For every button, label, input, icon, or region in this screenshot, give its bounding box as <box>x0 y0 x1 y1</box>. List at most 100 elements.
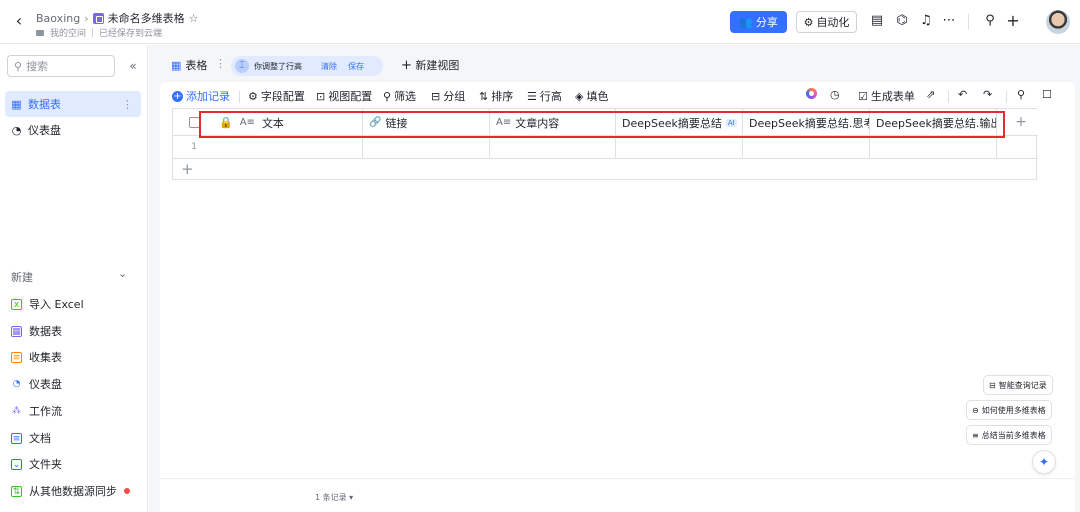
user-avatar[interactable] <box>1046 10 1070 34</box>
add-row-icon[interactable]: + <box>181 160 194 178</box>
column-header-deepseek-thinking[interactable]: DeepSeek摘要总结.思考... <box>743 109 870 136</box>
dashboard-icon: ◔ <box>12 378 21 389</box>
template-icon[interactable]: ▤ <box>869 13 885 29</box>
summarize-label: 总结当前多维表格 <box>981 430 1046 440</box>
ai-sparkle-icon[interactable]: ✦ <box>1032 450 1056 474</box>
summary-icon: ≡ <box>972 430 979 440</box>
undo-icon[interactable]: ↶ <box>958 88 967 101</box>
tab-label: 表格 <box>185 59 208 72</box>
new-item-label: 收集表 <box>29 351 62 364</box>
folder-icon: ⌄ <box>11 458 22 470</box>
automation-button[interactable]: ⚙ 自动化 <box>796 11 857 33</box>
plus-icon[interactable]: + <box>1005 13 1021 29</box>
add-field-icon[interactable]: + <box>1004 109 1038 136</box>
how-to-use-button[interactable]: ⊖ 如何使用多维表格 <box>966 400 1052 420</box>
folder-icon <box>36 29 44 36</box>
new-workflow[interactable]: ⁂ 工作流 <box>11 403 62 419</box>
more-vertical-icon[interactable]: ⋮ <box>215 57 226 70</box>
search-records-icon[interactable]: ⚲ <box>1017 88 1025 101</box>
table-row[interactable]: 1 <box>173 136 1038 159</box>
share-label: 分享 <box>755 16 778 29</box>
filter-label: 筛选 <box>394 90 417 103</box>
group-button[interactable]: ⊟ 分组 <box>431 88 465 104</box>
generate-form-button[interactable]: ☑ 生成表单 <box>858 88 915 104</box>
notice-save-link[interactable]: 保存 <box>348 61 364 72</box>
new-dashboard[interactable]: ◔ 仪表盘 <box>11 376 62 392</box>
new-data-table[interactable]: ▦ 数据表 <box>11 323 62 339</box>
smart-query-button[interactable]: ⊟ 智能查询记录 <box>983 375 1053 395</box>
select-all-checkbox[interactable] <box>189 117 200 128</box>
history-icon[interactable]: ◷ <box>830 88 840 101</box>
sidebar-item-dashboard[interactable]: ◔ 仪表盘 <box>5 117 141 143</box>
sidebar-search-input[interactable]: ⚲ 搜索 <box>7 55 115 77</box>
fill-color-button[interactable]: ◈ 填色 <box>575 88 608 104</box>
plugin-icon[interactable]: ⌬ <box>894 13 910 29</box>
record-count[interactable]: 1 条记录 ▾ <box>315 492 353 503</box>
summarize-button[interactable]: ≡ 总结当前多维表格 <box>966 425 1052 445</box>
save-status: 已经保存到云端 <box>99 29 163 39</box>
search-icon: ⚲ <box>14 59 23 73</box>
bell-icon[interactable]: ♫ <box>918 13 934 29</box>
cell-deepseek-summary[interactable] <box>616 136 743 159</box>
field-config-button[interactable]: ⚙ 字段配置 <box>248 88 305 104</box>
divider <box>92 28 94 37</box>
chevron-down-icon[interactable]: ⌄ <box>118 267 127 280</box>
more-vertical-icon[interactable]: ⋮ <box>122 98 133 111</box>
cell-article[interactable] <box>490 136 616 159</box>
cell-deepseek-thinking[interactable] <box>743 136 870 159</box>
dashboard-icon: ◔ <box>11 123 22 137</box>
column-header-article[interactable]: A≡ 文章内容 <box>490 109 616 136</box>
automation-label: 自动化 <box>816 16 850 29</box>
sort-label: 排序 <box>491 90 514 103</box>
sort-button[interactable]: ⇅ 排序 <box>479 88 513 104</box>
new-item-label: 文档 <box>29 432 51 445</box>
robot-icon: ⚙ <box>803 15 814 29</box>
doc-location[interactable]: 我的空间 <box>50 26 86 39</box>
view-config-button[interactable]: ⊡ 视图配置 <box>316 88 372 104</box>
new-folder[interactable]: ⌄ 文件夹 <box>11 456 62 472</box>
paint-bucket-icon: ◈ <box>575 89 584 103</box>
column-header-deepseek-summary[interactable]: DeepSeek摘要总结 AI <box>616 109 743 136</box>
cell-link[interactable] <box>363 136 490 159</box>
column-label: DeepSeek摘要总结 <box>622 116 722 130</box>
share-view-icon[interactable]: ⇗ <box>926 88 935 101</box>
new-item-label: 仪表盘 <box>29 378 62 391</box>
row-height-button[interactable]: ☰ 行高 <box>527 88 562 104</box>
cell-deepseek-output[interactable] <box>870 136 997 159</box>
more-icon[interactable]: ⋯ <box>941 13 957 29</box>
doc-title[interactable]: 未命名多维表格 <box>108 10 185 26</box>
ai-assistant-button[interactable] <box>806 88 817 99</box>
breadcrumb: Baoxing › 未命名多维表格 ☆ <box>36 10 198 26</box>
plus-circle-icon: + <box>172 90 183 102</box>
redo-icon[interactable]: ↷ <box>983 88 992 101</box>
new-document[interactable]: ≡ 文档 <box>11 430 51 446</box>
new-item-label: 工作流 <box>29 405 62 418</box>
sidebar-item-data-table[interactable]: ▦ 数据表 ⋮ <box>5 91 141 117</box>
new-view-button[interactable]: + 新建视图 <box>401 57 459 73</box>
search-icon[interactable]: ⚲ <box>982 13 998 29</box>
workspace-name[interactable]: Baoxing <box>36 12 80 25</box>
new-form[interactable]: ≡ 收集表 <box>11 349 62 365</box>
cell-text[interactable] <box>173 136 363 159</box>
comment-icon[interactable]: ☐ <box>1042 88 1052 101</box>
new-import-excel[interactable]: x 导入 Excel <box>11 296 84 312</box>
column-header-link[interactable]: 🔗 链接 <box>363 109 490 136</box>
add-record-button[interactable]: + 添加记录 <box>172 88 230 104</box>
new-section-title: 新建 <box>11 271 33 284</box>
group-label: 分组 <box>443 90 466 103</box>
share-button[interactable]: 👥 分享 <box>730 11 787 33</box>
plus-icon: + <box>401 58 412 73</box>
back-arrow-icon[interactable]: ‹ <box>10 11 28 31</box>
tab-grid-view[interactable]: ▦ 表格 <box>171 57 207 73</box>
field-config-label: 字段配置 <box>260 90 305 103</box>
filter-button[interactable]: ⚲ 筛选 <box>383 88 416 104</box>
notice-clear-link[interactable]: 清除 <box>321 61 337 72</box>
star-icon[interactable]: ☆ <box>189 12 199 25</box>
collapse-sidebar-icon[interactable]: « <box>126 58 140 74</box>
smart-query-label: 智能查询记录 <box>998 380 1047 390</box>
ai-ring-icon <box>806 88 817 99</box>
column-label: DeepSeek摘要总结.输出... <box>876 116 996 130</box>
new-sync-datasource[interactable]: ⇅ 从其他数据源同步 <box>11 483 130 499</box>
column-header-deepseek-output[interactable]: DeepSeek摘要总结.输出... <box>870 109 997 136</box>
column-header-text[interactable]: 🔒 A≡ 文本 <box>173 109 363 136</box>
